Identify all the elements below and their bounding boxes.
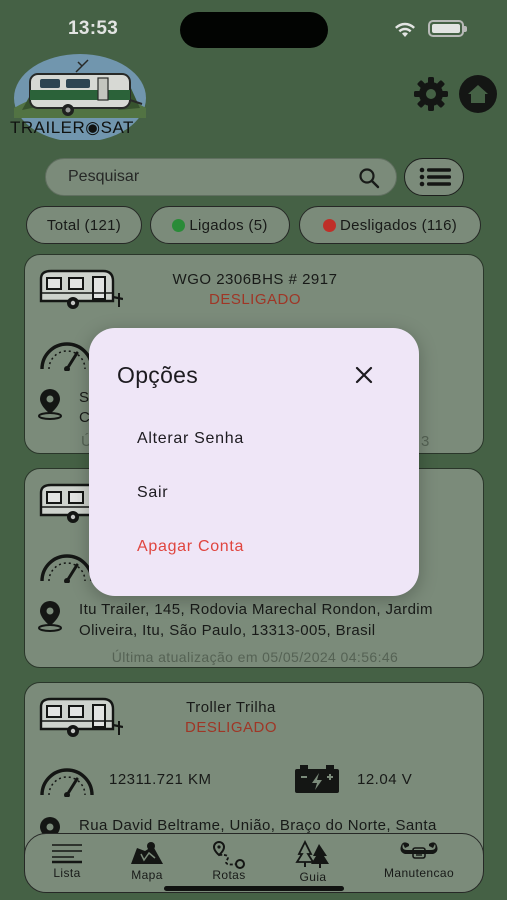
dialog-title: Opções xyxy=(117,362,199,388)
delete-account-option[interactable]: Apagar Conta xyxy=(137,538,244,556)
close-button[interactable] xyxy=(347,358,381,392)
close-icon xyxy=(355,366,373,384)
change-password-option[interactable]: Alterar Senha xyxy=(137,430,244,448)
options-dialog: Opções Alterar Senha Sair Apagar Conta xyxy=(89,328,419,596)
logout-option[interactable]: Sair xyxy=(137,484,168,502)
app-screen: 13:53 TRAILER◉SAT Pesquisar Total (121) … xyxy=(0,0,507,900)
